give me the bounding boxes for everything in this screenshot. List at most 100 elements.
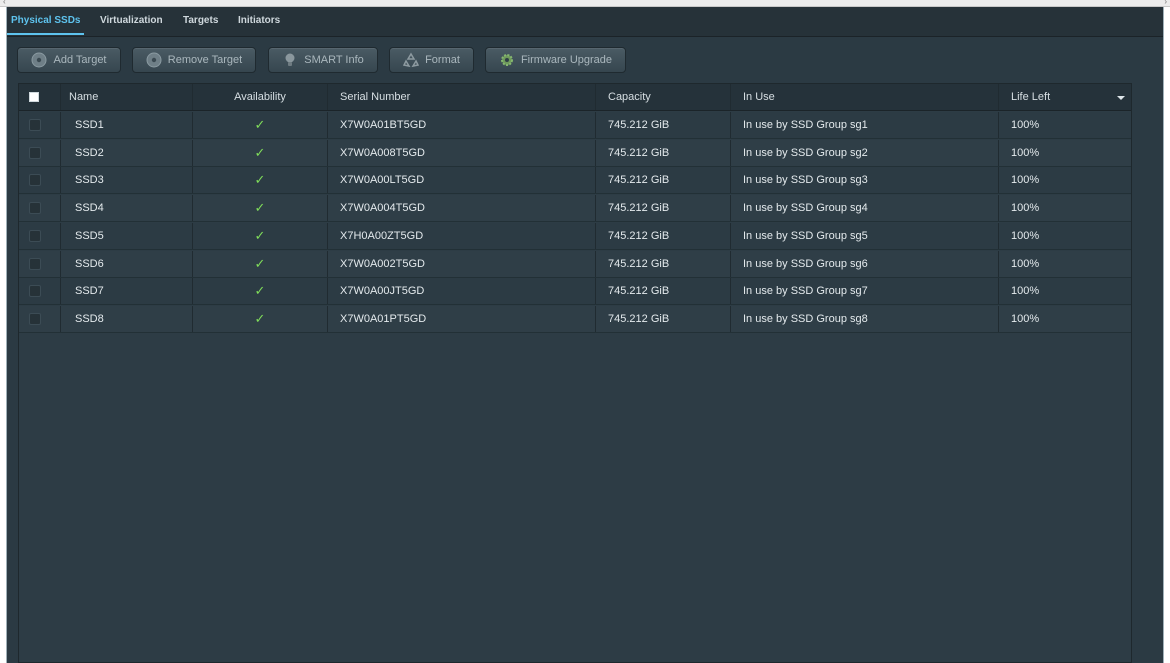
row-select-cell [19,167,61,194]
table-row[interactable]: SSD3 ✓ X7W0A00LT5GD 745.212 GiB In use by SS… [19,167,1131,195]
row-select-checkbox[interactable] [29,202,41,215]
table-row[interactable]: SSD8 ✓ X7W0A01PT5GD 745.212 GiB In use by SS… [19,305,1131,333]
recycle-icon [403,52,420,68]
in-use-status: In use by SSD Group sg1 [731,112,999,138]
row-select-checkbox[interactable] [29,146,41,159]
capacity: 745.212 GiB [596,250,731,277]
availability-cell: ✓ [193,278,328,305]
row-select-checkbox[interactable] [29,174,41,187]
row-select-cell [19,195,61,222]
add-target-label: Add Target [53,54,107,66]
tab-targets[interactable]: Targets [183,7,218,37]
sort-dropdown-icon[interactable] [1117,96,1125,100]
column-header-life-left[interactable]: Life Left [999,84,1133,110]
serial-number: X7W0A00LT5GD [328,167,596,194]
capacity: 745.212 GiB [596,139,731,166]
column-header-in-use[interactable]: In Use [731,84,999,110]
format-button[interactable]: Format [389,47,474,73]
capacity: 745.212 GiB [596,305,731,332]
serial-number: X7W0A008T5GD [328,139,596,166]
ssd-name: SSD5 [61,222,193,249]
check-icon: ✓ [254,200,266,216]
ssd-name: SSD4 [61,195,193,222]
row-select-checkbox[interactable] [29,119,41,131]
row-select-cell [19,112,61,138]
life-left: 100% [1011,119,1040,131]
table-header: Name Availability Serial Number Capacity… [19,84,1131,111]
add-target-button[interactable]: Add Target [17,47,121,73]
serial-number: X7W0A01PT5GD [328,305,596,332]
serial-number: X7W0A00JT5GD [328,278,596,305]
life-left: 100% [1011,312,1040,325]
table-row[interactable]: SSD5 ✓ X7H0A00ZT5GD 745.212 GiB In use by SS… [19,222,1131,250]
table-row[interactable]: SSD6 ✓ X7W0A002T5GD 745.212 GiB In use by SS… [19,250,1131,278]
availability-cell: ✓ [193,167,328,194]
in-use-status: In use by SSD Group sg5 [731,222,999,249]
row-select-checkbox[interactable] [29,229,41,242]
column-header-capacity[interactable]: Capacity [596,84,731,110]
column-header-life-left-label: Life Left [1011,91,1051,103]
row-select-checkbox[interactable] [29,312,41,325]
smart-info-button[interactable]: SMART Info [268,47,378,73]
ssd-name: SSD6 [61,250,193,277]
in-use-status: In use by SSD Group sg6 [731,250,999,277]
ssd-name: SSD8 [61,305,193,332]
serial-number: X7W0A002T5GD [328,250,596,277]
ssd-name: SSD3 [61,167,193,194]
column-header-name[interactable]: Name [61,84,193,110]
serial-number: X7H0A00ZT5GD [328,222,596,249]
capacity: 745.212 GiB [596,112,731,138]
availability-cell: ✓ [193,250,328,277]
in-use-status: In use by SSD Group sg7 [731,278,999,305]
ssd-table: Name Availability Serial Number Capacity… [18,83,1132,663]
row-select-cell [19,139,61,166]
table-row[interactable]: SSD1 ✓ X7W0A01BT5GD 745.212 GiB In use by SS… [19,112,1131,139]
life-left: 100% [1011,257,1040,270]
select-all-cell [19,84,61,110]
availability-cell: ✓ [193,139,328,166]
check-icon: ✓ [254,144,266,160]
check-icon: ✓ [254,172,266,188]
life-left: 100% [1011,285,1040,298]
life-left: 100% [1011,146,1040,159]
tab-bar: Physical SSDs Virtualization Targets Ini… [6,7,1163,37]
table-row[interactable]: SSD2 ✓ X7W0A008T5GD 745.212 GiB In use by SS… [19,139,1131,167]
check-icon: ✓ [254,283,266,299]
column-header-serial-number[interactable]: Serial Number [328,84,596,110]
in-use-status: In use by SSD Group sg4 [731,195,999,222]
table-row[interactable]: SSD7 ✓ X7W0A00JT5GD 745.212 GiB In use by SS… [19,278,1131,306]
tab-physical-ssds[interactable]: Physical SSDs [6,7,86,37]
in-use-status: In use by SSD Group sg2 [731,139,999,166]
availability-cell: ✓ [193,195,328,222]
check-icon: ✓ [254,227,266,243]
remove-target-button[interactable]: Remove Target [132,47,256,73]
row-select-cell [19,278,61,305]
serial-number: X7W0A004T5GD [328,195,596,222]
row-select-cell [19,305,61,332]
firmware-upgrade-button[interactable]: Firmware Upgrade [485,47,626,73]
toolbar: Add Target Remove Target SMART Info Form… [17,47,717,73]
table-row[interactable]: SSD4 ✓ X7W0A004T5GD 745.212 GiB In use by SS… [19,195,1131,223]
capacity: 745.212 GiB [596,278,731,305]
in-use-status: In use by SSD Group sg8 [731,305,999,332]
smart-info-label: SMART Info [304,54,364,66]
scroll-right-icon[interactable]: › [1164,0,1167,6]
life-left: 100% [1011,202,1040,215]
disc-icon [31,52,47,68]
select-all-checkbox[interactable] [29,92,39,102]
scroll-left-icon[interactable]: ‹ [3,0,6,6]
ssd-name: SSD7 [61,278,193,305]
capacity: 745.212 GiB [596,222,731,249]
column-header-availability[interactable]: Availability [193,84,328,110]
tab-virtualization[interactable]: Virtualization [100,7,163,37]
row-select-checkbox[interactable] [29,257,41,270]
serial-number: X7W0A01BT5GD [328,112,596,138]
check-icon: ✓ [254,255,266,271]
ssd-manager-panel: Physical SSDs Virtualization Targets Ini… [6,7,1164,663]
capacity: 745.212 GiB [596,167,731,194]
capacity: 745.212 GiB [596,195,731,222]
life-left: 100% [1011,229,1040,242]
check-icon: ✓ [254,310,266,326]
tab-initiators[interactable]: Initiators [238,7,280,37]
row-select-checkbox[interactable] [29,285,41,298]
